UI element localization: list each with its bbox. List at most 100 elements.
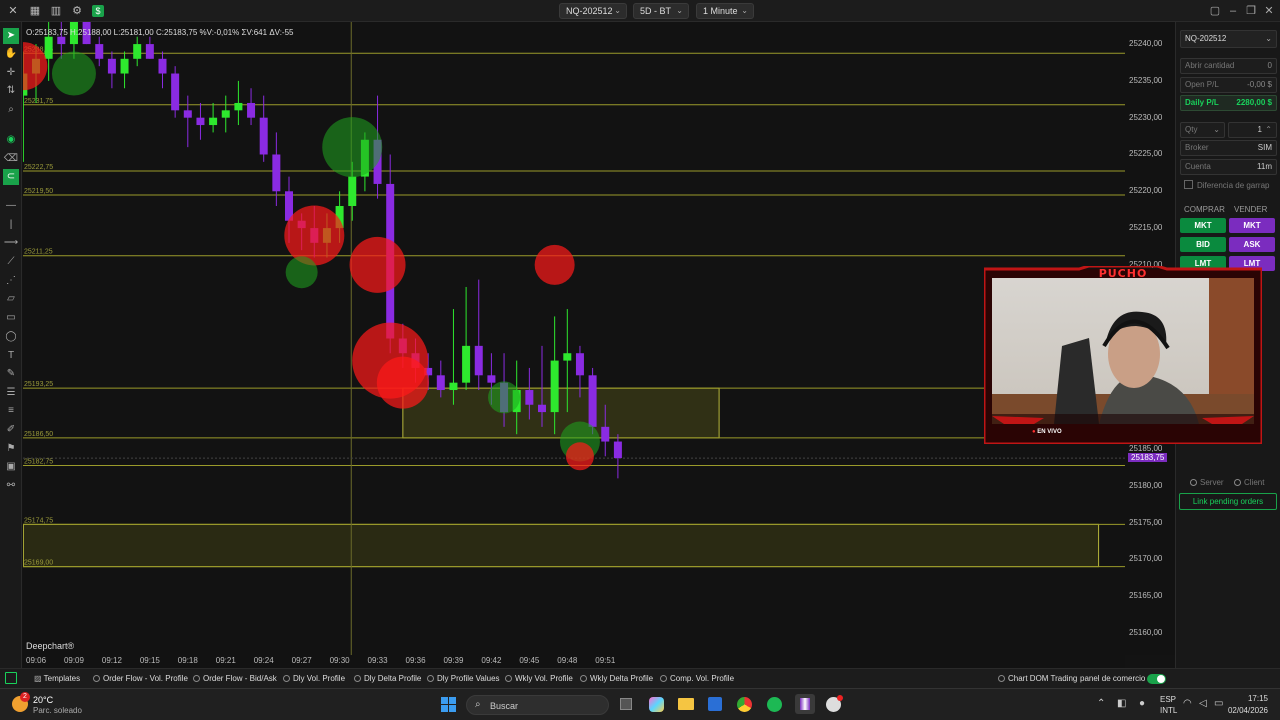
- watermark: Deepchart®: [26, 641, 75, 651]
- copilot-icon[interactable]: [649, 697, 664, 712]
- panel-label: panel de comercio: [1080, 674, 1146, 683]
- chart-bars-icon[interactable]: ▥: [49, 4, 63, 18]
- template-radio[interactable]: Dly Profile Values: [427, 674, 500, 683]
- clock-date[interactable]: 02/04/2026: [1222, 706, 1268, 715]
- magnet-icon[interactable]: ⊂: [3, 169, 19, 185]
- wifi-icon[interactable]: ◠: [1183, 698, 1192, 709]
- radio-icon: [998, 675, 1005, 682]
- close-icon[interactable]: ✕: [6, 4, 20, 18]
- diferencia-checkbox[interactable]: Diferencia de garrap: [1184, 180, 1278, 190]
- keyboard-layout[interactable]: INTL: [1160, 706, 1177, 715]
- template-radio[interactable]: Wkly Vol. Profile: [505, 674, 573, 683]
- volume-icon[interactable]: ◁: [1199, 698, 1207, 709]
- search-box[interactable]: ⌕ Buscar: [466, 695, 609, 715]
- open-qty-field: Abrir cantidad 0: [1180, 58, 1277, 74]
- window-close-icon[interactable]: ✕: [1262, 4, 1276, 18]
- cuenta-dropdown[interactable]: Cuenta 11m: [1180, 159, 1277, 175]
- text-icon[interactable]: T: [3, 348, 19, 364]
- template-radio[interactable]: Order Flow - Vol. Profile: [93, 674, 188, 683]
- obs-icon[interactable]: [826, 695, 843, 712]
- deepchart-app-icon[interactable]: [795, 694, 815, 714]
- task-view-icon[interactable]: [620, 698, 632, 710]
- template-radio[interactable]: Order Flow - Bid/Ask: [193, 674, 277, 683]
- crosshair-icon[interactable]: ✛: [3, 65, 19, 81]
- zoom-icon[interactable]: ⌕: [3, 102, 19, 118]
- templates-button[interactable]: ▨ Templates: [34, 674, 80, 683]
- bucket-icon[interactable]: ▣: [3, 459, 19, 475]
- pencil-icon[interactable]: ✎: [3, 366, 19, 382]
- file-explorer-icon[interactable]: [678, 698, 694, 710]
- price-tick-label: 25185,00: [1129, 443, 1163, 453]
- rectangle-icon[interactable]: ▭: [3, 310, 19, 326]
- trendline-icon[interactable]: ⟋: [3, 254, 19, 270]
- candle: [196, 102, 205, 140]
- hand-icon[interactable]: ✋: [3, 46, 19, 62]
- dollar-icon[interactable]: $: [92, 5, 104, 17]
- panel-toggle[interactable]: [1147, 674, 1166, 684]
- grid-icon[interactable]: ▦: [28, 4, 42, 18]
- cuenta-value: 11m: [1257, 162, 1272, 171]
- minimize-icon[interactable]: –: [1226, 4, 1240, 18]
- camera-icon[interactable]: ◧: [1117, 698, 1126, 709]
- spotify-icon[interactable]: [767, 697, 782, 712]
- layout-icon[interactable]: ▢: [1208, 4, 1222, 18]
- template-radio[interactable]: Dly Vol. Profile: [283, 674, 345, 683]
- link-pending-orders-button[interactable]: Link pending orders: [1179, 493, 1277, 510]
- ray-icon[interactable]: ⟶: [3, 235, 19, 251]
- hline-icon[interactable]: —: [3, 198, 19, 214]
- store-icon[interactable]: [708, 697, 722, 711]
- server-radio[interactable]: Server: [1190, 478, 1224, 487]
- symbol-label: NQ-202512: [566, 6, 613, 16]
- volume-zone: [23, 523, 1100, 568]
- candle-body: [550, 360, 559, 413]
- chart-dom-radio[interactable]: Chart DOM Trading: [998, 674, 1077, 683]
- brush-icon[interactable]: ✐: [3, 422, 19, 438]
- broker-dropdown[interactable]: Broker SIM: [1180, 140, 1277, 156]
- chrome-icon[interactable]: [737, 697, 752, 712]
- move-icon[interactable]: ⇅: [3, 83, 19, 99]
- list-icon[interactable]: ☰: [3, 385, 19, 401]
- windows-start-icon[interactable]: [441, 697, 456, 712]
- lines-icon[interactable]: ≡: [3, 403, 19, 419]
- maximize-icon[interactable]: ❐: [1244, 4, 1258, 18]
- ruler-icon[interactable]: ▱: [3, 291, 19, 307]
- language-code[interactable]: ESP: [1160, 695, 1176, 704]
- settings-icon[interactable]: ⚙: [70, 4, 84, 18]
- vline-icon[interactable]: |: [3, 217, 19, 233]
- template-radio[interactable]: Dly Delta Profile: [354, 674, 421, 683]
- live-label: ● EN VIVO: [1032, 429, 1062, 435]
- cursor-icon[interactable]: ➤: [3, 28, 19, 44]
- tray-chevron-icon[interactable]: ⌃: [1097, 698, 1105, 709]
- volume-zone: [402, 387, 720, 439]
- time-tick-label: 09:39: [443, 656, 464, 665]
- templates-toggle-icon[interactable]: [5, 672, 17, 684]
- client-radio[interactable]: Client: [1234, 478, 1264, 487]
- timeframe-dropdown[interactable]: 5D - BT ⌄: [633, 3, 689, 19]
- sell-ask-button[interactable]: ASK: [1229, 237, 1275, 252]
- order-bubble: [376, 356, 429, 409]
- radio-icon: [660, 675, 667, 682]
- microphone-icon[interactable]: ●: [1139, 698, 1145, 709]
- symbol-dropdown[interactable]: NQ-202512 ⌄: [559, 3, 627, 19]
- template-radio[interactable]: Wkly Delta Profile: [580, 674, 653, 683]
- eraser-icon[interactable]: ⌫: [3, 151, 19, 167]
- fib-icon[interactable]: ⋰: [3, 273, 19, 289]
- buy-bid-button[interactable]: BID: [1180, 237, 1226, 252]
- interval-dropdown[interactable]: 1 Minute ⌄: [696, 3, 754, 19]
- template-radio[interactable]: Comp. Vol. Profile: [660, 674, 734, 683]
- candle-body: [95, 44, 104, 59]
- qty-stepper[interactable]: 1 ⌃: [1228, 122, 1277, 138]
- buy-market-button[interactable]: MKT: [1180, 218, 1226, 233]
- qty-dropdown[interactable]: Qty ⌄: [1180, 122, 1225, 138]
- time-axis[interactable]: 09:06 09:09 09:12 09:15 09:18 09:21 09:24 09:27…: [23, 655, 1125, 668]
- clock-time[interactable]: 17:15: [1234, 694, 1268, 703]
- eye-icon[interactable]: ◉: [3, 132, 19, 148]
- ellipse-icon[interactable]: ◯: [3, 329, 19, 345]
- flag-icon[interactable]: ⚑: [3, 441, 19, 457]
- panel-symbol-dropdown[interactable]: NQ-202512 ⌄: [1180, 30, 1277, 48]
- candle: [145, 36, 154, 59]
- group-icon[interactable]: ⚯: [3, 478, 19, 494]
- price-tick-label: 25235,00: [1129, 75, 1163, 85]
- sell-market-button[interactable]: MKT: [1229, 218, 1275, 233]
- price-chart[interactable]: 25238,7525231,7525222,7525219,5025211,25…: [23, 22, 1125, 655]
